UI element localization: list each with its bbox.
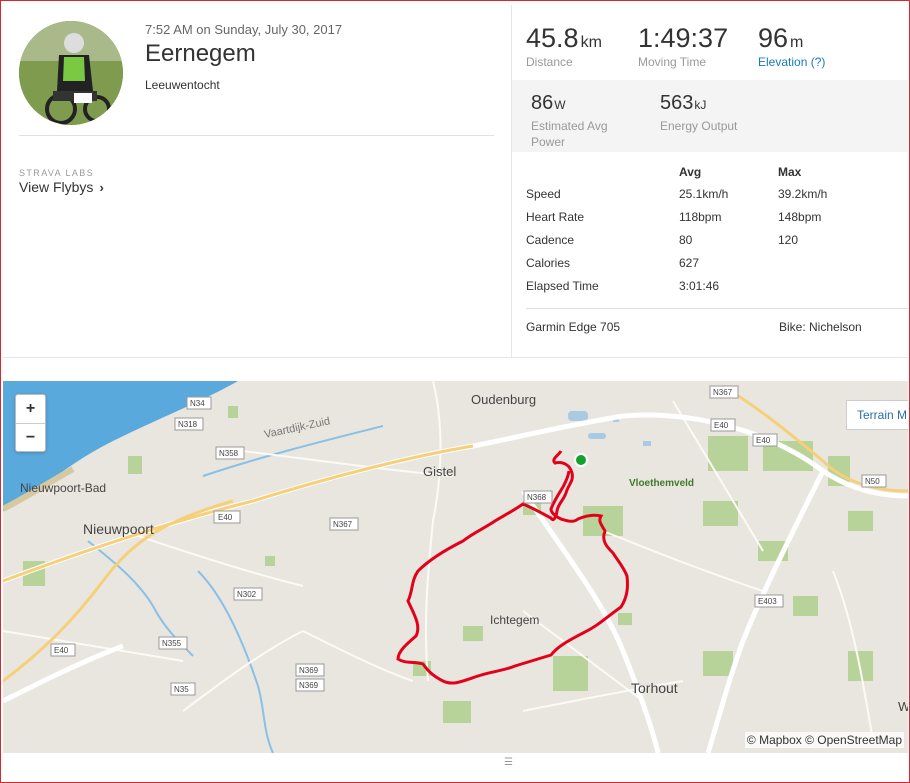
- labs-label: STRAVA LABS: [19, 168, 95, 178]
- road-label: N355: [162, 639, 182, 648]
- metric-max: [778, 251, 888, 274]
- place-label: Nieuwpoort: [83, 521, 154, 537]
- moving-time-stat: 1:49:37 Moving Time: [638, 23, 729, 70]
- map-attribution[interactable]: © Mapbox © OpenStreetMap: [744, 732, 904, 748]
- metric-max: 39.2km/h: [778, 186, 828, 201]
- road-label: N35: [174, 685, 189, 694]
- road-label: N318: [178, 420, 198, 429]
- place-label: Gistel: [423, 464, 456, 479]
- road-label: E40: [218, 513, 233, 522]
- activity-datetime: 7:52 AM on Sunday, July 30, 2017: [145, 22, 343, 37]
- road-label: N358: [219, 449, 239, 458]
- moving-time-label: Moving Time: [638, 55, 707, 69]
- road-label: N50: [865, 477, 880, 486]
- metric-name: Elapsed Time: [526, 278, 599, 293]
- road-label: E40: [756, 436, 771, 445]
- metric-avg: 118bpm: [679, 209, 722, 224]
- moving-time-value: 1:49:37: [638, 23, 729, 53]
- elevation-unit: m: [790, 34, 804, 51]
- elevation-help-link[interactable]: Elevation (?): [758, 55, 825, 69]
- zoom-out-button[interactable]: −: [16, 424, 45, 452]
- zoom-in-button[interactable]: +: [16, 395, 45, 424]
- elevation-value: 96: [758, 23, 789, 53]
- metric-max: [778, 274, 888, 297]
- place-label: Nieuwpoort-Bad: [20, 481, 106, 495]
- metric-avg: 25.1km/h: [679, 186, 729, 201]
- table-row: Heart Rate 118bpm 148bpm: [526, 205, 888, 228]
- energy-label: Energy Output: [660, 119, 738, 133]
- chevron-right-icon: ›: [99, 180, 104, 195]
- table-row: Elapsed Time 3:01:46: [526, 274, 888, 297]
- distance-label: Distance: [526, 55, 573, 69]
- metric-name: Cadence: [526, 232, 575, 247]
- energy-stat: 563kJ Energy Output: [660, 90, 737, 133]
- metric-avg: 627: [679, 255, 700, 270]
- athlete-avatar[interactable]: [19, 21, 123, 125]
- road-label: N368: [527, 493, 547, 502]
- map-resize-bar[interactable]: ☰: [3, 753, 908, 781]
- terrain-map-button[interactable]: Terrain M: [846, 400, 908, 430]
- place-label: W: [898, 699, 908, 714]
- road-label: N34: [190, 399, 205, 408]
- metric-avg: 80: [679, 232, 693, 247]
- power-label-1: Estimated Avg: [531, 119, 608, 133]
- road-label: N369: [299, 666, 319, 675]
- view-flybys-link[interactable]: View Flybys ›: [19, 179, 104, 195]
- road-label: E40: [54, 646, 69, 655]
- energy-unit: kJ: [694, 98, 707, 112]
- table-row: Calories 627: [526, 251, 888, 274]
- road-label: N367: [333, 520, 353, 529]
- power-value: 86: [531, 92, 554, 114]
- road-label: N302: [237, 590, 257, 599]
- metric-max: 120: [778, 232, 799, 247]
- zoom-control: + −: [15, 394, 46, 452]
- divider: [19, 135, 494, 136]
- table-row: Speed 25.1km/h 39.2km/h: [526, 182, 888, 205]
- power-label-2: Power: [531, 135, 566, 149]
- road-label: N367: [713, 388, 733, 397]
- distance-stat: 45.8 km Distance: [526, 23, 602, 70]
- bike-name[interactable]: Bike: Nichelson: [779, 320, 862, 334]
- elevation-stat: 96 m Elevation (?): [758, 23, 825, 70]
- metrics-header-name: [526, 162, 679, 182]
- road-label: E403: [758, 597, 777, 606]
- table-row: Cadence 80 120: [526, 228, 888, 251]
- place-label: Torhout: [631, 680, 678, 696]
- route-map[interactable]: Oudenburg Gistel Nieuwpoort-Bad Nieuwpoo…: [3, 381, 908, 753]
- header-bottom-divider: [3, 357, 908, 358]
- road-label: N369: [299, 681, 319, 690]
- metric-name: Speed: [526, 186, 561, 201]
- drag-handle-icon[interactable]: ☰: [504, 757, 513, 768]
- metric-name: Heart Rate: [526, 209, 585, 224]
- vertical-divider: [511, 5, 512, 357]
- map-canvas[interactable]: Oudenburg Gistel Nieuwpoort-Bad Nieuwpoo…: [3, 381, 908, 753]
- distance-value: 45.8: [526, 23, 579, 53]
- metric-name: Calories: [526, 255, 571, 270]
- device-name: Garmin Edge 705: [526, 320, 621, 334]
- distance-unit: km: [580, 34, 602, 51]
- metric-max: 148bpm: [778, 209, 822, 224]
- metrics-header-max: Max: [778, 165, 802, 179]
- power-unit: W: [554, 98, 566, 112]
- metrics-header-row: Avg Max: [526, 162, 888, 182]
- metric-avg: 3:01:46: [679, 278, 720, 293]
- metrics-table: Avg Max Speed 25.1km/h 39.2km/h Heart Rate…: [526, 162, 888, 297]
- metrics-header-avg: Avg: [679, 165, 702, 179]
- flyby-label: View Flybys: [19, 179, 94, 195]
- place-label: Ichtegem: [490, 613, 539, 627]
- activity-description: Leeuwentocht: [145, 78, 220, 92]
- place-label: Oudenburg: [471, 392, 536, 407]
- power-stat: 86W Estimated Avg Power: [531, 90, 608, 149]
- divider: [526, 308, 908, 309]
- place-label: Vloethemveld: [629, 478, 694, 489]
- activity-title: Eernegem: [145, 40, 256, 67]
- route-start-marker[interactable]: [574, 453, 588, 467]
- energy-value: 563: [660, 92, 694, 114]
- road-label: E40: [714, 421, 729, 430]
